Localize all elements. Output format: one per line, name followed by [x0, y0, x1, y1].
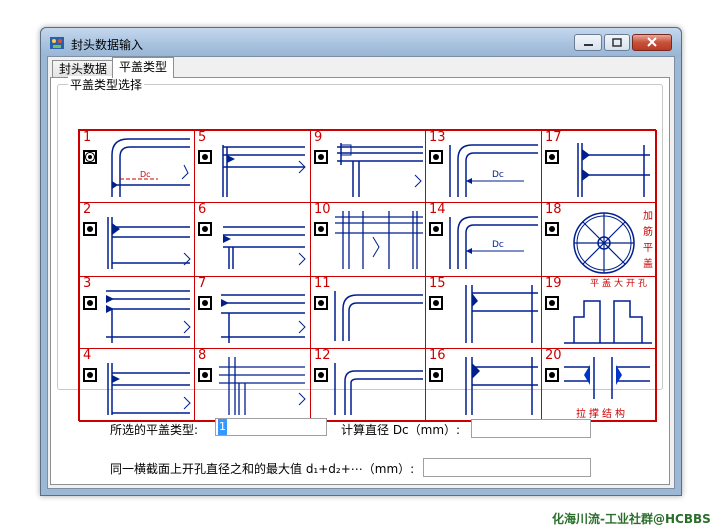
- title-bar[interactable]: 封头数据输入: [41, 28, 681, 56]
- app-icon: [50, 37, 64, 49]
- cover-type-radio[interactable]: [198, 368, 212, 382]
- cover-type-radio[interactable]: [198, 222, 212, 236]
- dc-diameter-input[interactable]: [471, 419, 591, 438]
- close-button[interactable]: [632, 34, 672, 51]
- cover-type-radio[interactable]: [83, 296, 97, 310]
- drawing-16: [465, 357, 538, 415]
- cover-type-cell-8[interactable]: 8: [194, 348, 311, 422]
- cover-type-radio[interactable]: [83, 150, 97, 164]
- drawing-1: Dc: [111, 138, 190, 197]
- cover-type-cell-12[interactable]: 12: [310, 348, 426, 422]
- cover-type-radio[interactable]: [429, 368, 443, 382]
- cover-type-cell-14[interactable]: 14 Dc: [425, 202, 542, 277]
- drawing-7: [221, 294, 306, 343]
- drawing-17: [577, 143, 650, 197]
- cover-type-radio[interactable]: [198, 150, 212, 164]
- drawing-11: [334, 291, 423, 341]
- cover-type-grid: 1 Dc 5 9 13 Dc 17 2 6 10 14 Dc 18 加筋平盖 3…: [78, 129, 657, 422]
- drawing-9: [337, 143, 423, 197]
- max-opening-sum-input[interactable]: [423, 458, 591, 477]
- selected-type-label: 所选的平盖类型:: [110, 423, 199, 437]
- drawing-15: [465, 285, 538, 343]
- cover-type-number: 3: [83, 276, 92, 291]
- cover-type-cell-15[interactable]: 15: [425, 276, 542, 349]
- cover-type-cell-16[interactable]: 16: [425, 348, 542, 422]
- selected-type-input[interactable]: 1: [215, 418, 327, 436]
- cover-type-radio[interactable]: [314, 368, 328, 382]
- cover-type-radio[interactable]: [314, 150, 328, 164]
- cover-type-radio[interactable]: [545, 150, 559, 164]
- stay-structure-label: 拉撑结构: [576, 409, 628, 420]
- cover-type-cell-6[interactable]: 6: [194, 202, 311, 277]
- drawing-5: [222, 145, 306, 197]
- drawing-18: [573, 212, 635, 274]
- drawing-6: [223, 226, 306, 269]
- cover-type-number: 2: [83, 202, 92, 217]
- tab-head-data[interactable]: 封头数据: [52, 60, 114, 77]
- drawing-10: [335, 211, 423, 269]
- drawing-13: Dc: [449, 144, 538, 197]
- cover-type-cell-10[interactable]: 10: [310, 202, 426, 277]
- cover-type-radio[interactable]: [198, 296, 212, 310]
- window-title: 封头数据输入: [71, 38, 144, 52]
- cover-type-cell-17[interactable]: 17: [541, 130, 657, 203]
- dialog-window: 封头数据输入 封头数据 平盖类型 平盖类型选择 1 Dc 5 9 13 Dc 1…: [40, 27, 682, 496]
- cover-type-cell-5[interactable]: 5: [194, 130, 311, 203]
- cover-type-number: 1: [83, 130, 92, 145]
- cover-type-radio[interactable]: [545, 296, 559, 310]
- drawing-2: [107, 217, 191, 269]
- cover-type-radio[interactable]: [545, 368, 559, 382]
- drawing-4: [107, 363, 191, 415]
- cover-type-cell-11[interactable]: 11: [310, 276, 426, 349]
- cover-type-number: 8: [198, 348, 207, 363]
- cover-type-radio[interactable]: [314, 222, 328, 236]
- group-label: 平盖类型选择: [68, 76, 145, 93]
- cover-type-cell-13[interactable]: 13 Dc: [425, 130, 542, 203]
- cover-type-radio[interactable]: [429, 222, 443, 236]
- tab-cover-type[interactable]: 平盖类型: [112, 57, 174, 78]
- close-icon: [647, 37, 657, 47]
- cover-type-cell-18[interactable]: 18 加筋平盖: [541, 202, 657, 277]
- minimize-button[interactable]: [574, 34, 602, 51]
- selected-type-value: 1: [218, 419, 227, 435]
- drawing-12: [334, 363, 423, 415]
- maximize-button[interactable]: [604, 34, 630, 51]
- cover-type-cell-3[interactable]: 3: [79, 276, 195, 349]
- cover-type-cell-7[interactable]: 7: [194, 276, 311, 349]
- cover-type-radio[interactable]: [429, 296, 443, 310]
- drawing-14: Dc: [449, 216, 538, 269]
- cover-type-cell-2[interactable]: 2: [79, 202, 195, 277]
- cover-type-cell-1[interactable]: 1 Dc: [79, 130, 195, 203]
- dc-label: Dc: [492, 240, 504, 250]
- drawing-3: [106, 290, 191, 343]
- stiffened-cover-label: 加筋平盖: [643, 211, 653, 270]
- cover-type-cell-20[interactable]: 20 拉撑结构: [541, 348, 657, 422]
- cover-type-number: 4: [83, 348, 92, 363]
- cover-type-number: 9: [314, 130, 323, 145]
- large-opening-cover-label: 平盖大开孔: [590, 279, 651, 289]
- minimize-icon: [584, 44, 593, 46]
- cover-type-number: 6: [198, 202, 207, 217]
- client-area: 封头数据 平盖类型 平盖类型选择 1 Dc 5 9 13 Dc 17 2 6 1…: [47, 56, 675, 489]
- cover-type-cell-19[interactable]: 19 平盖大开孔: [541, 276, 657, 349]
- tab-panel: 平盖类型选择 1 Dc 5 9 13 Dc 17 2 6 10 14 Dc 18…: [50, 76, 670, 485]
- drawing-8: [219, 357, 306, 415]
- cover-type-cell-4[interactable]: 4: [79, 348, 195, 422]
- cover-type-radio[interactable]: [545, 222, 559, 236]
- cover-type-radio[interactable]: [429, 150, 443, 164]
- watermark-text: 化海川流-工业社群@HCBBS: [552, 512, 711, 526]
- maximize-icon: [612, 38, 622, 47]
- cover-type-radio[interactable]: [83, 222, 97, 236]
- dc-label: Dc: [140, 170, 151, 179]
- dc-diameter-label: 计算直径 Dc（mm）:: [341, 423, 461, 437]
- cover-type-radio[interactable]: [314, 296, 328, 310]
- cover-type-number: 7: [198, 276, 207, 291]
- cover-type-number: 5: [198, 130, 207, 145]
- dc-label: Dc: [492, 170, 504, 180]
- max-opening-sum-label: 同一横截面上开孔直径之和的最大值 d₁+d₂+⋯（mm）:: [110, 462, 415, 476]
- cover-type-radio[interactable]: [83, 368, 97, 382]
- cover-type-cell-9[interactable]: 9: [310, 130, 426, 203]
- drawing-19: [564, 300, 652, 344]
